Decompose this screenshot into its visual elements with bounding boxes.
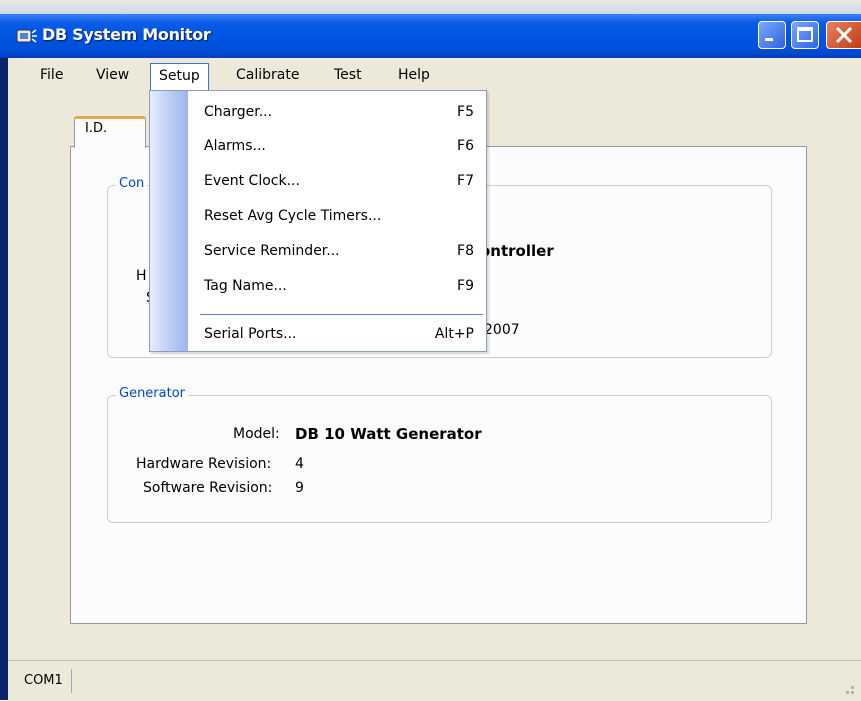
close-icon — [835, 26, 853, 44]
maximize-button[interactable] — [791, 21, 819, 49]
menu-item-shortcut: F5 — [457, 104, 474, 120]
menu-item-shortcut: F9 — [457, 278, 474, 294]
generator-hw-value: 4 — [295, 456, 304, 472]
menu-item-tag-name[interactable]: Tag Name... F9 — [204, 273, 474, 299]
controller-model-value: ontroller — [480, 242, 554, 260]
menu-item-event-clock[interactable]: Event Clock... F7 — [204, 168, 474, 194]
app-window: DB System Monitor File View Setup Calibr… — [0, 0, 861, 701]
menu-item-label: Charger... — [204, 104, 273, 120]
top-strip — [0, 0, 861, 14]
setup-dropdown-menu: Charger... F5 Alarms... F6 Event Clock..… — [149, 90, 487, 352]
controller-hw-label: H — [136, 268, 147, 284]
window-title: DB System Monitor — [42, 25, 211, 44]
menu-test[interactable]: Test — [326, 64, 370, 86]
menu-calibrate[interactable]: Calibrate — [228, 64, 307, 86]
title-bar[interactable]: DB System Monitor — [0, 14, 861, 58]
controller-group-label: Con — [116, 176, 148, 191]
menu-separator — [200, 314, 483, 315]
maximize-icon — [797, 27, 813, 42]
menu-item-serial-ports[interactable]: Serial Ports... Alt+P — [204, 321, 474, 347]
generator-group-label: Generator — [116, 386, 189, 401]
menu-item-service-reminder[interactable]: Service Reminder... F8 — [204, 238, 474, 264]
close-button[interactable] — [826, 21, 861, 49]
controller-date-value: 2007 — [484, 322, 520, 338]
menu-gutter — [150, 91, 188, 351]
generator-hw-label: Hardware Revision: — [136, 456, 272, 472]
menu-item-label: Reset Avg Cycle Timers... — [204, 208, 382, 224]
status-bar: COM1 — [8, 660, 861, 701]
generator-sw-label: Software Revision: — [143, 480, 273, 496]
generator-sw-value: 9 — [295, 480, 304, 496]
app-icon — [16, 29, 37, 43]
menu-item-charger[interactable]: Charger... F5 — [204, 99, 474, 125]
menu-item-alarms[interactable]: Alarms... F6 — [204, 133, 474, 159]
menu-bar: File View Setup Calibrate Test Help — [8, 58, 861, 91]
menu-file[interactable]: File — [32, 64, 71, 86]
minimize-icon — [765, 38, 773, 41]
menu-item-label: Alarms... — [204, 138, 266, 154]
menu-setup[interactable]: Setup — [150, 63, 209, 91]
menu-item-label: Tag Name... — [204, 278, 287, 294]
menu-item-label: Event Clock... — [204, 173, 300, 189]
status-port: COM1 — [14, 669, 72, 693]
menu-item-shortcut: F7 — [457, 173, 474, 189]
menu-item-shortcut: F6 — [457, 138, 474, 154]
menu-item-shortcut: F8 — [457, 243, 474, 259]
generator-group: Generator Model: DB 10 Watt Generator Ha… — [107, 386, 772, 523]
menu-view[interactable]: View — [88, 64, 137, 86]
minimize-button[interactable] — [758, 21, 786, 49]
menu-help[interactable]: Help — [390, 64, 438, 86]
menu-item-reset-avg-cycle-timers[interactable]: Reset Avg Cycle Timers... — [204, 203, 474, 229]
resize-grip-icon[interactable] — [821, 661, 861, 701]
menu-item-label: Serial Ports... — [204, 326, 297, 342]
tab-id[interactable]: I.D. — [74, 116, 146, 148]
generator-model-label: Model: — [233, 426, 280, 442]
generator-model-value: DB 10 Watt Generator — [295, 425, 482, 443]
menu-item-label: Service Reminder... — [204, 243, 340, 259]
menu-item-shortcut: Alt+P — [434, 326, 474, 342]
